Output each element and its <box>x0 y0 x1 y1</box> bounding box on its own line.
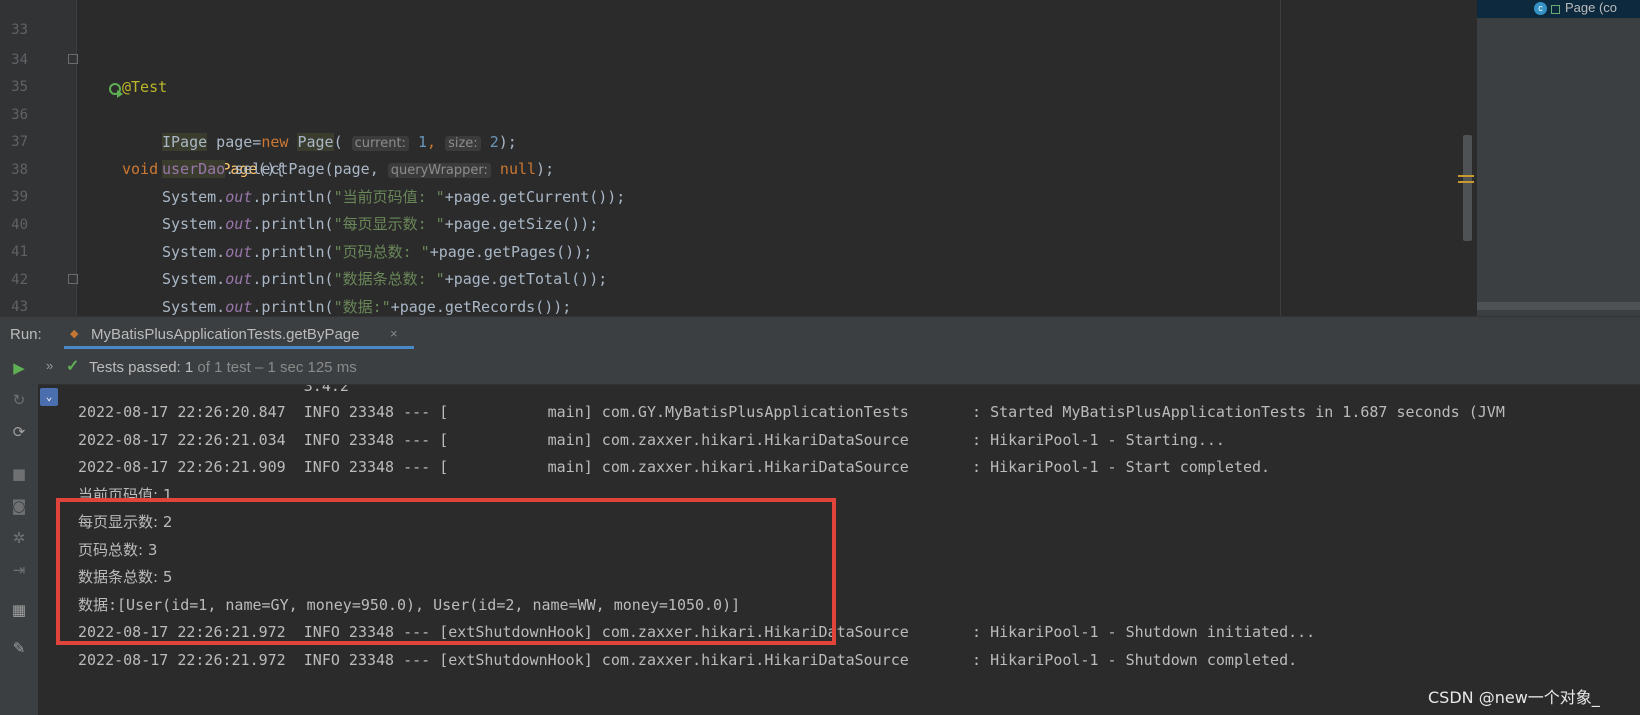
test-word: test <box>226 359 251 376</box>
console-line: 数据条总数: 5 <box>78 568 173 586</box>
code-line[interactable]: 43 } <box>0 266 1475 315</box>
code-line[interactable]: 34 @Test <box>0 19 1475 97</box>
stop-icon[interactable]: ■ <box>9 464 29 484</box>
console-line: 2022-08-17 22:26:20.847 INFO 23348 --- [… <box>78 403 1505 421</box>
run-label: Run: <box>10 326 42 343</box>
console-line: 页码总数: 3 <box>78 541 158 559</box>
layout-icon[interactable]: ▦ <box>9 600 29 620</box>
chevron-down-icon[interactable]: ⌄ <box>40 388 58 406</box>
camera-icon[interactable]: ◙ <box>9 496 29 516</box>
console-line: 数据:[User(id=1, name=GY, money=950.0), Us… <box>78 596 741 614</box>
code-line[interactable]: 40 System.out.println("页码总数: "+page.getP… <box>0 184 1475 262</box>
warning-marker-icon[interactable] <box>1458 175 1474 177</box>
code-editor[interactable]: 33 34 @Test 35 void getByPage(){ 36 IPag… <box>0 0 1475 316</box>
editor-scrollbar[interactable] <box>1463 135 1472 241</box>
structure-scrollbar[interactable] <box>1477 302 1640 310</box>
run-tab-label: MyBatisPlusApplicationTests.getByPage <box>91 326 360 343</box>
run-test-icon[interactable] <box>36 52 124 98</box>
passed-label: Tests passed: <box>89 359 181 376</box>
import-icon[interactable]: ⇥ <box>9 560 29 580</box>
settings-icon[interactable]: ✲ <box>9 528 29 548</box>
run-tab[interactable]: ◆ MyBatisPlusApplicationTests.getByPage … <box>64 317 414 349</box>
check-icon: ✓ <box>66 358 80 375</box>
code-line[interactable]: 33 <box>0 0 1475 38</box>
test-result-summary: Tests passed: 1 of 1 test – 1 sec 125 ms <box>89 359 357 376</box>
console-gutter: ⌄ <box>38 385 60 715</box>
passed-count: 1 <box>184 359 194 376</box>
console-line: 2022-08-17 22:26:21.972 INFO 23348 --- [… <box>78 623 1316 641</box>
ide-window: 33 34 @Test 35 void getByPage(){ 36 IPag… <box>0 0 1640 715</box>
code-line[interactable]: 39 System.out.println("每页显示数: "+page.get… <box>0 156 1475 234</box>
console-line: 每页显示数: 2 <box>78 513 173 531</box>
console-output[interactable]: 3.4.2 2022-08-17 22:26:20.847 INFO 23348… <box>60 385 1640 715</box>
toggle-auto-test-icon[interactable]: ⟳ <box>9 422 29 442</box>
console-line: 2022-08-17 22:26:21.034 INFO 23348 --- [… <box>78 431 1225 449</box>
rerun-icon[interactable]: ▶ <box>9 358 29 378</box>
console-line: 2022-08-17 22:26:21.972 INFO 23348 --- [… <box>78 651 1298 669</box>
rerun-failed-icon[interactable]: ↻ <box>9 390 29 410</box>
fold-icon[interactable] <box>68 54 78 64</box>
code-line[interactable]: 41 System.out.println("数据条总数: "+page.get… <box>0 211 1475 289</box>
lock-icon <box>1551 5 1560 14</box>
code-line[interactable]: 36 IPage page=new Page( current: 1, size… <box>0 74 1475 151</box>
class-icon: c <box>1534 2 1547 15</box>
pin-icon[interactable]: ✎ <box>9 638 29 658</box>
test-status-bar: » ✓ Tests passed: 1 of 1 test – 1 sec 12… <box>38 350 1640 385</box>
structure-item[interactable]: c Page (co <box>1477 0 1640 18</box>
code-line[interactable]: 37 userDao.selectPage(page, queryWrapper… <box>0 101 1475 178</box>
watermark: CSDN @new一个对象_ <box>1428 688 1600 707</box>
structure-panel: c Page (co <box>1476 0 1640 316</box>
right-margin-guide <box>1280 0 1281 316</box>
code-line[interactable]: 35 void getByPage(){ <box>0 46 1475 178</box>
of-text: of <box>197 359 210 376</box>
expand-icon[interactable]: » <box>46 358 53 373</box>
code-line[interactable]: 42 System.out.println("数据:"+page.getReco… <box>0 239 1475 317</box>
test-config-icon: ◆ <box>70 328 79 340</box>
duration: – 1 sec 125 ms <box>254 359 357 376</box>
code-line[interactable]: 38 System.out.println("当前页码值: "+page.get… <box>0 129 1475 207</box>
code-line[interactable]: 44 } <box>0 294 1475 316</box>
close-icon[interactable]: × <box>390 326 398 341</box>
run-tool-window-header: Run: ◆ MyBatisPlusApplicationTests.getBy… <box>0 316 1640 351</box>
total-count: 1 <box>214 359 223 376</box>
run-toolbar: ▶ ↻ ⟳ ■ ◙ ✲ ⇥ ▦ ✎ <box>0 350 39 715</box>
fold-icon[interactable] <box>68 274 78 284</box>
console-line: 当前页码值: 1 <box>78 486 173 504</box>
console-line: 2022-08-17 22:26:21.909 INFO 23348 --- [… <box>78 458 1271 476</box>
structure-item-label: Page (co <box>1565 0 1618 15</box>
